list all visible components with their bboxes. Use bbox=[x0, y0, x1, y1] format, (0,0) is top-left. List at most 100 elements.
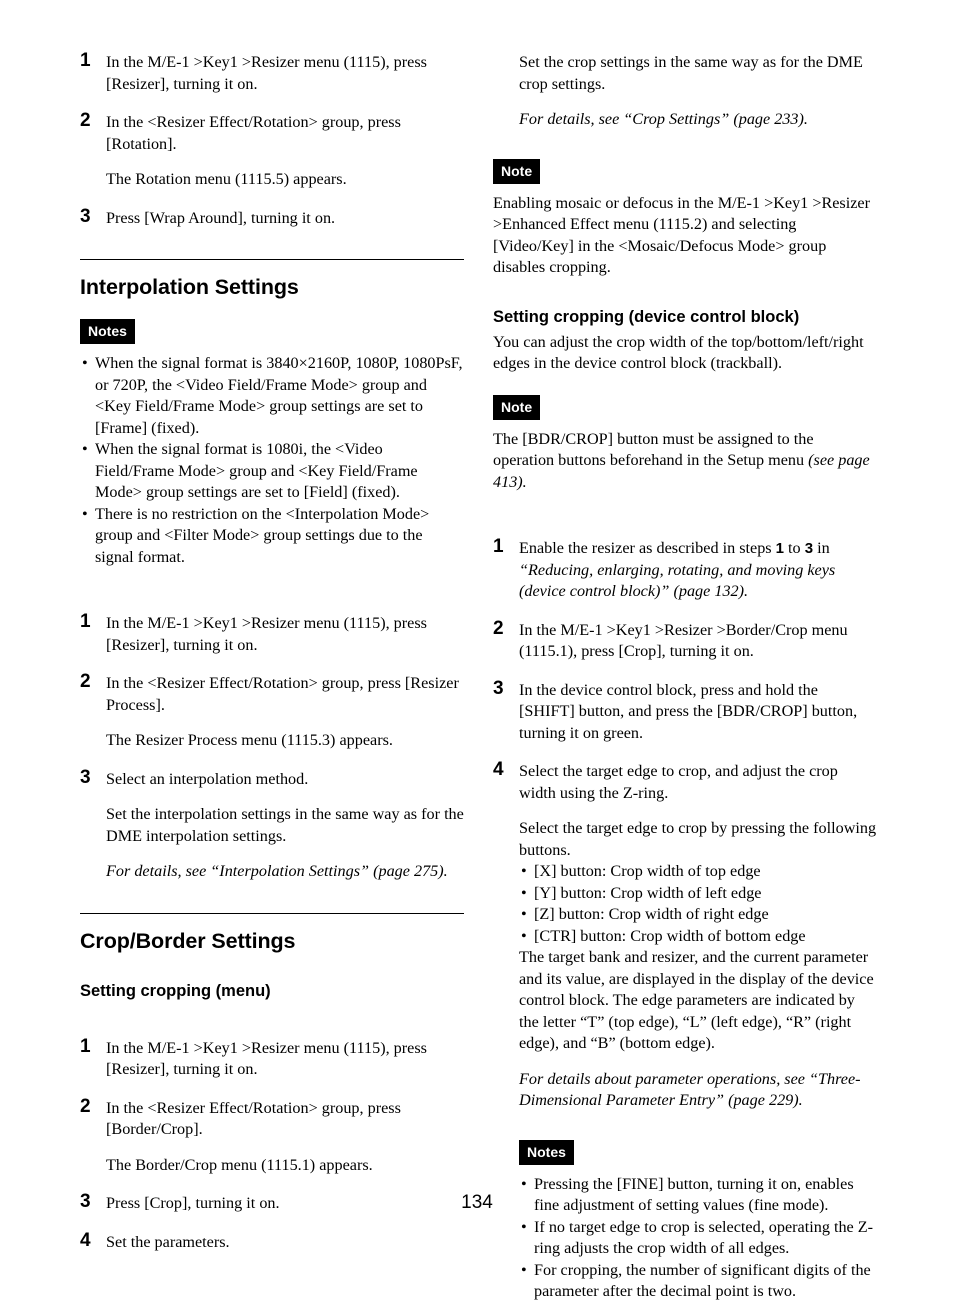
note-item: If no target edge to crop is selected, o… bbox=[519, 1217, 877, 1260]
step-text: In the M/E-1 >Key1 >Resizer >Border/Crop… bbox=[519, 620, 848, 661]
note-text: Enabling mosaic or defocus in the M/E-1 … bbox=[493, 193, 870, 277]
step-body: Set the crop settings in the same way as… bbox=[519, 52, 877, 131]
note-item: There is no restriction on the <Interpol… bbox=[80, 504, 464, 569]
notes-tag: Notes bbox=[519, 1139, 574, 1165]
step-item: 4 Set the parameters. bbox=[80, 1229, 464, 1254]
step-text: In the M/E-1 >Key1 >Resizer menu (1115),… bbox=[106, 1038, 427, 1079]
subsection-intro: You can adjust the crop width of the top… bbox=[493, 332, 864, 373]
step-text: Select the target edge to crop, and adju… bbox=[519, 762, 838, 802]
note-block-cropping-disabled: Note Enabling mosaic or defocus in the M… bbox=[493, 158, 877, 279]
cross-reference: For details about parameter operations, … bbox=[519, 1069, 861, 1110]
step-number: 2 bbox=[80, 671, 91, 692]
step-item: 3 In the device control block, press and… bbox=[493, 677, 877, 745]
step-body: In the M/E-1 >Key1 >Resizer >Border/Crop… bbox=[519, 620, 877, 663]
note-block-bdr-crop-assignment: Note The [BDR/CROP] button must be assig… bbox=[493, 394, 877, 494]
step-body: In the <Resizer Effect/Rotation> group, … bbox=[106, 112, 464, 191]
step-item: 1 In the M/E-1 >Key1 >Resizer menu (1115… bbox=[80, 50, 464, 95]
step-body: Set the parameters. bbox=[106, 1232, 464, 1254]
section-title: Interpolation Settings bbox=[80, 275, 299, 299]
list-item: [X] button: Crop width of top edge bbox=[519, 861, 877, 883]
section-title: Crop/Border Settings bbox=[80, 928, 296, 953]
step-number: 3 bbox=[493, 677, 504, 699]
subsection-title: Setting cropping (device control block) bbox=[493, 307, 800, 326]
step-text-tail: in bbox=[813, 539, 830, 557]
note-item: For cropping, the number of significant … bbox=[519, 1260, 877, 1303]
step-number: 4 bbox=[493, 759, 504, 780]
step-body: In the M/E-1 >Key1 >Resizer menu (1115),… bbox=[106, 1038, 464, 1081]
page-number: 134 bbox=[461, 1192, 493, 1213]
step-body: Enable the resizer as described in steps… bbox=[519, 538, 877, 603]
step-result-text: The Resizer Process menu (1115.3) appear… bbox=[106, 731, 393, 749]
step-number: 1 bbox=[80, 1035, 91, 1057]
step-reference-number: 1 bbox=[775, 540, 784, 557]
step-number: 1 bbox=[80, 611, 91, 632]
step-item: 1 Enable the resizer as described in ste… bbox=[493, 536, 877, 603]
step-number: 4 bbox=[80, 1229, 91, 1251]
step-text: Press [Wrap Around], turning it on. bbox=[106, 208, 336, 227]
section-header-interpolation: Interpolation Settings bbox=[80, 259, 464, 299]
note-text: The [BDR/CROP] button must be assigned t… bbox=[493, 429, 877, 494]
list-item: [Z] button: Crop width of right edge bbox=[519, 904, 877, 926]
step-body: In the M/E-1 >Key1 >Resizer menu (1115),… bbox=[106, 52, 464, 95]
step-body: In the <Resizer Effect/Rotation> group, … bbox=[106, 673, 464, 752]
section-header-crop-border: Crop/Border Settings bbox=[80, 912, 464, 953]
step-number: 3 bbox=[80, 205, 91, 227]
step-continuation: Set the crop settings in the same way as… bbox=[493, 52, 877, 131]
step-text: Select an interpolation method. bbox=[106, 769, 309, 788]
step-body: In the <Resizer Effect/Rotation> group, … bbox=[106, 1098, 464, 1177]
step-detail-text: Set the interpolation settings in the sa… bbox=[106, 805, 464, 845]
step-item: 2 In the <Resizer Effect/Rotation> group… bbox=[80, 110, 464, 191]
step-body: In the device control block, press and h… bbox=[519, 680, 877, 745]
step-item: 1 In the M/E-1 >Key1 >Resizer menu (1115… bbox=[80, 611, 464, 656]
subsection-title: Setting cropping (menu) bbox=[80, 981, 271, 1000]
step-detail-text: The target bank and resizer, and the cur… bbox=[519, 948, 874, 1052]
step-reference-number: 3 bbox=[804, 540, 814, 557]
step-body: Press [Wrap Around], turning it on. bbox=[106, 208, 464, 230]
notes-tag: Notes bbox=[80, 319, 135, 344]
step-item: 2 In the <Resizer Effect/Rotation> group… bbox=[80, 1095, 464, 1177]
step-number: 3 bbox=[80, 766, 91, 788]
step-text: In the M/E-1 >Key1 >Resizer menu (1115),… bbox=[106, 53, 427, 93]
step-result-text: The Rotation menu (1115.5) appears. bbox=[106, 170, 347, 188]
notes-block-interpolation: Notes When the signal format is 3840×216… bbox=[80, 319, 464, 568]
step-text: In the <Resizer Effect/Rotation> group, … bbox=[106, 1098, 401, 1139]
step-number: 2 bbox=[80, 1095, 91, 1117]
manual-page: 1 In the M/E-1 >Key1 >Resizer menu (1115… bbox=[0, 0, 954, 1300]
step-text-mid: to bbox=[784, 539, 805, 557]
step-text: In the M/E-1 >Key1 >Resizer menu (1115),… bbox=[106, 614, 427, 654]
step-item: 3 Press [Wrap Around], turning it on. bbox=[80, 205, 464, 230]
right-column: Set the crop settings in the same way as… bbox=[493, 52, 877, 1303]
step-body: Select the target edge to crop, and adju… bbox=[519, 761, 877, 1112]
step-body: In the M/E-1 >Key1 >Resizer menu (1115),… bbox=[106, 613, 464, 656]
note-item: When the signal format is 1080i, the <Vi… bbox=[80, 439, 464, 504]
step-item: 2 In the <Resizer Effect/Rotation> group… bbox=[80, 671, 464, 752]
note-item: When the signal format is 3840×2160P, 10… bbox=[80, 353, 464, 439]
step-detail-text: Select the target edge to crop by pressi… bbox=[519, 819, 877, 859]
step-item: 4 Select the target edge to crop, and ad… bbox=[493, 759, 877, 1112]
notes-list: When the signal format is 3840×2160P, 10… bbox=[80, 353, 464, 568]
list-item: [Y] button: Crop width of left edge bbox=[519, 883, 877, 905]
step-detail-text: Set the crop settings in the same way as… bbox=[519, 53, 863, 93]
notes-block-final: Notes Pressing the [FINE] button, turnin… bbox=[493, 1139, 877, 1303]
step-item: 2 In the M/E-1 >Key1 >Resizer >Border/Cr… bbox=[493, 617, 877, 663]
list-item: [CTR] button: Crop width of bottom edge bbox=[519, 926, 877, 948]
step-result-text: The Border/Crop menu (1115.1) appears. bbox=[106, 1155, 373, 1174]
step-text-plain: Enable the resizer as described in steps bbox=[519, 539, 776, 557]
cross-reference: For details, see “Crop Settings” (page 2… bbox=[519, 110, 808, 128]
step-number: 2 bbox=[493, 617, 504, 639]
step-number: 1 bbox=[493, 536, 504, 557]
note-tag: Note bbox=[493, 158, 541, 184]
step-item: 3 Select an interpolation method. Set th… bbox=[80, 766, 464, 883]
left-column: 1 In the M/E-1 >Key1 >Resizer menu (1115… bbox=[80, 50, 464, 1254]
step-body: Select an interpolation method. Set the … bbox=[106, 769, 464, 883]
button-assignment-list: [X] button: Crop width of top edge [Y] b… bbox=[519, 861, 877, 947]
note-tag: Note bbox=[493, 394, 541, 420]
